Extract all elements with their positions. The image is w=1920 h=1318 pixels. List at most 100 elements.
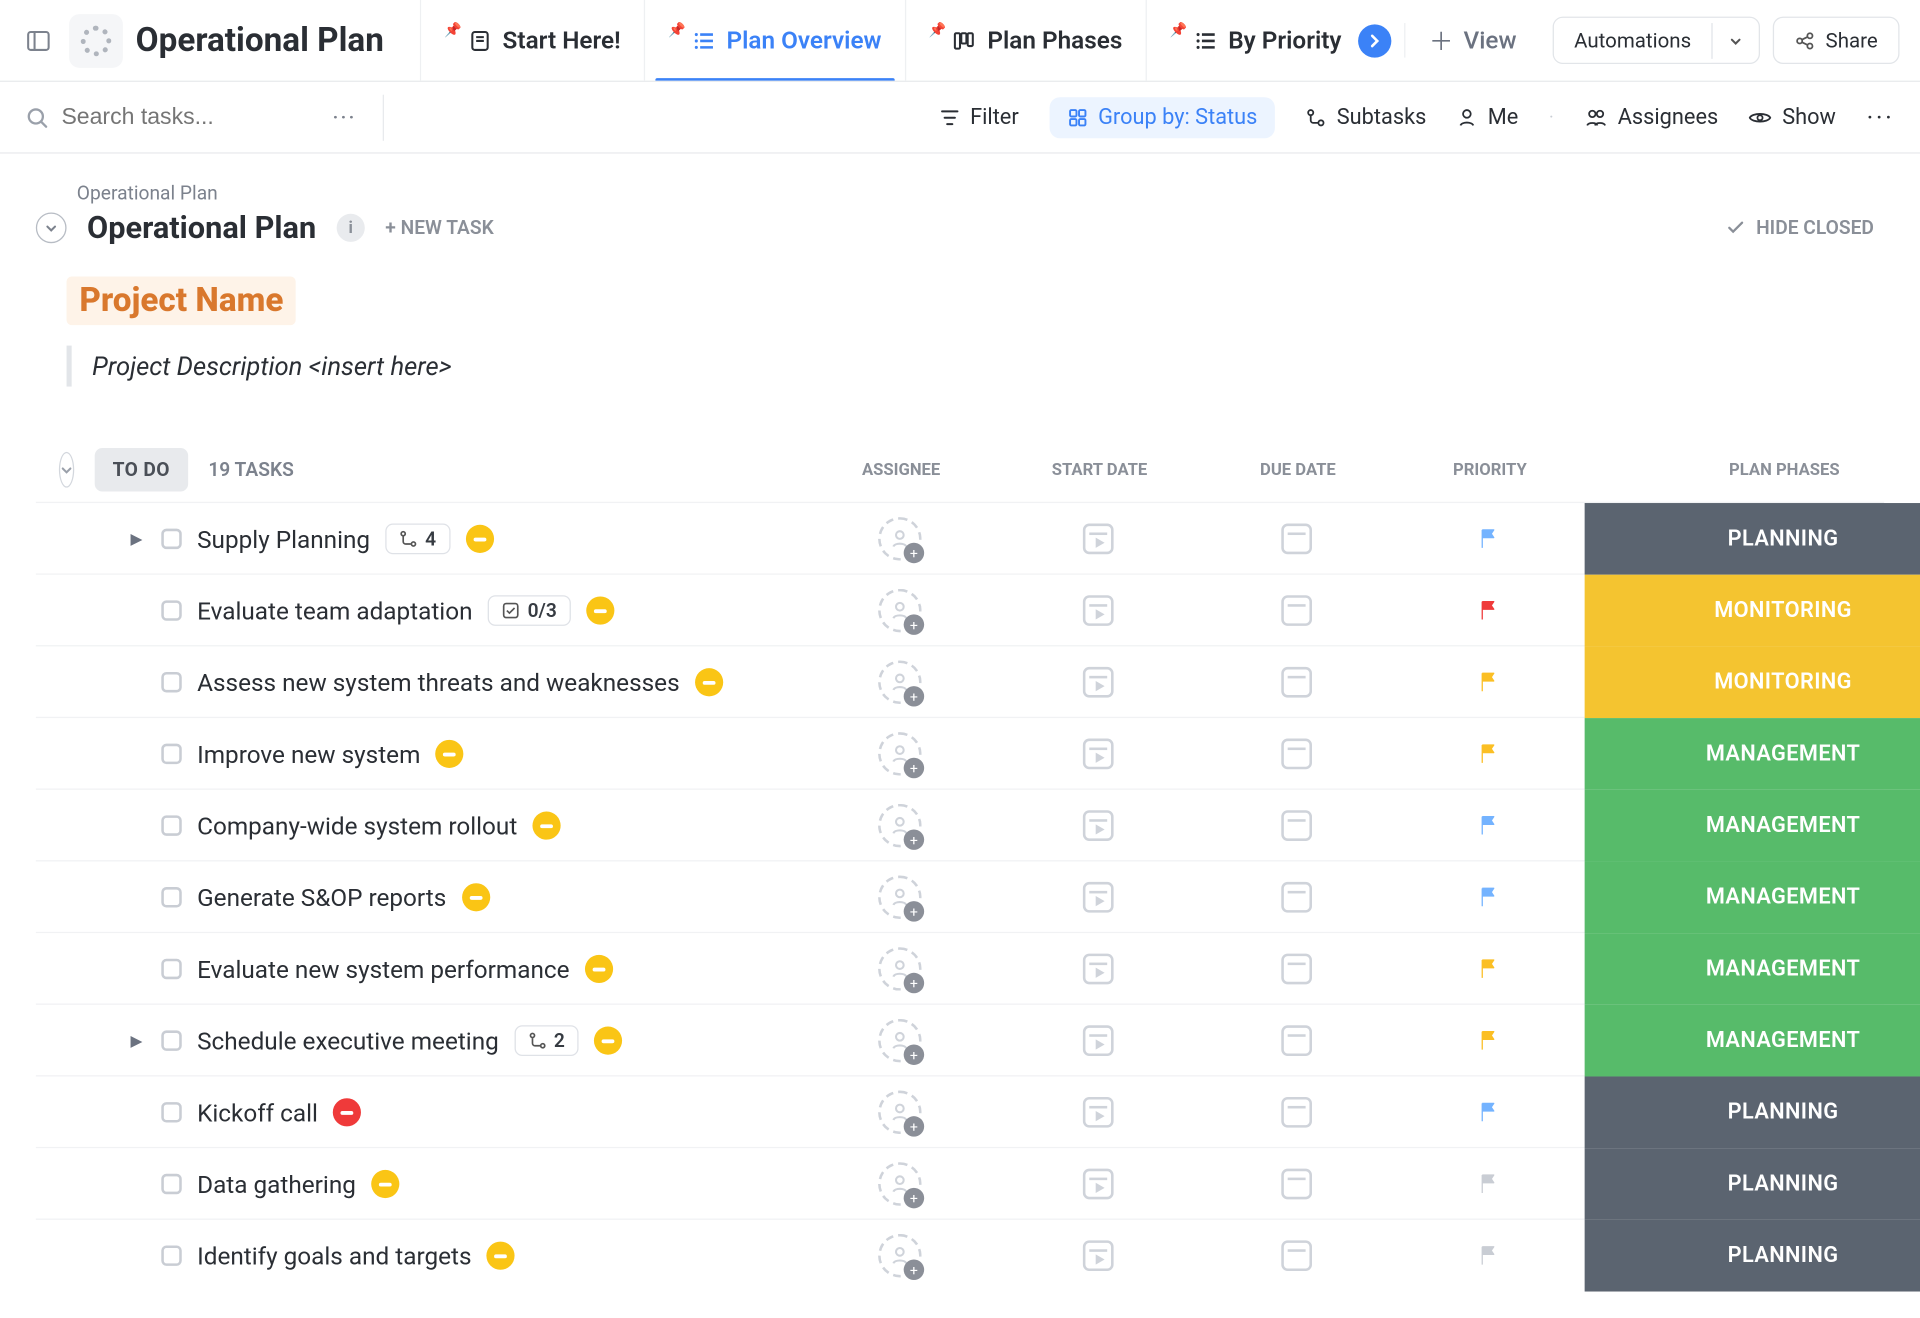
plan-phase-tag[interactable]: MONITORING: [1585, 575, 1920, 647]
project-description[interactable]: Project Description <insert here>: [67, 346, 1885, 387]
status-checkbox[interactable]: [161, 815, 181, 835]
plan-phase-tag[interactable]: MANAGEMENT: [1585, 861, 1920, 933]
task-name[interactable]: Kickoff call: [197, 1098, 318, 1127]
breadcrumb[interactable]: Operational Plan: [36, 182, 1884, 205]
task-name[interactable]: Generate S&OP reports: [197, 883, 446, 912]
task-name[interactable]: Evaluate new system performance: [197, 954, 569, 983]
tabs-scroll-right[interactable]: [1359, 24, 1392, 57]
show-button[interactable]: Show: [1749, 104, 1836, 130]
status-chip[interactable]: TO DO: [95, 448, 188, 492]
due-date-cell[interactable]: [1201, 954, 1393, 985]
tab-by-priority[interactable]: 📌By Priority: [1145, 0, 1361, 81]
assignee-cell[interactable]: +: [804, 876, 996, 920]
assignee-cell[interactable]: +: [804, 732, 996, 776]
due-date-cell[interactable]: [1201, 1240, 1393, 1271]
start-date-cell[interactable]: [996, 810, 1201, 841]
priority-disc-icon[interactable]: [462, 883, 490, 911]
priority-disc-icon[interactable]: [695, 668, 723, 696]
task-row[interactable]: ▶Improve new system+MANAGEMENTAdmin: [36, 717, 1884, 789]
priority-disc-icon[interactable]: [487, 1242, 515, 1270]
status-checkbox[interactable]: [161, 1102, 181, 1122]
task-row[interactable]: ▶Data gathering+PLANNINGResearch Te…: [36, 1147, 1884, 1219]
assignees-button[interactable]: Assignees: [1584, 104, 1718, 130]
assignee-cell[interactable]: +: [804, 660, 996, 704]
priority-cell[interactable]: [1393, 1171, 1585, 1197]
search-box[interactable]: [26, 104, 318, 131]
status-checkbox[interactable]: [161, 1174, 181, 1194]
due-date-cell[interactable]: [1201, 595, 1393, 626]
task-row[interactable]: ▶Company-wide system rollout+MANAGEMENTI…: [36, 788, 1884, 860]
due-date-cell[interactable]: [1201, 667, 1393, 698]
col-assignee[interactable]: ASSIGNEE: [805, 460, 997, 479]
assignee-cell[interactable]: +: [804, 1019, 996, 1063]
hide-closed-button[interactable]: HIDE CLOSED: [1725, 216, 1874, 239]
space-title[interactable]: Operational Plan: [136, 21, 384, 59]
collapse-list[interactable]: [36, 212, 67, 243]
due-date-cell[interactable]: [1201, 810, 1393, 841]
priority-cell[interactable]: [1393, 956, 1585, 982]
plan-phase-tag[interactable]: MANAGEMENT: [1585, 790, 1920, 862]
task-name[interactable]: Supply Planning: [197, 524, 370, 553]
info-icon[interactable]: i: [337, 214, 365, 242]
task-name[interactable]: Data gathering: [197, 1169, 356, 1198]
task-row[interactable]: ▶Supply Planning 4+PLANNINGAdmin: [36, 502, 1884, 574]
me-button[interactable]: Me: [1457, 104, 1518, 130]
status-checkbox[interactable]: [161, 529, 181, 549]
col-plan-phases[interactable]: PLAN PHASES: [1586, 460, 1920, 479]
task-name[interactable]: Company-wide system rollout: [197, 811, 517, 840]
priority-cell[interactable]: [1393, 598, 1585, 624]
plan-phase-tag[interactable]: MONITORING: [1585, 646, 1920, 718]
priority-cell[interactable]: [1393, 741, 1585, 767]
plan-phase-tag[interactable]: PLANNING: [1585, 1076, 1920, 1148]
assignee-cell[interactable]: +: [804, 1162, 996, 1206]
tab-plan-overview[interactable]: 📌Plan Overview: [644, 0, 905, 81]
subtasks-button[interactable]: Subtasks: [1306, 104, 1426, 130]
start-date-cell[interactable]: [996, 882, 1201, 913]
list-title[interactable]: Operational Plan: [87, 210, 316, 246]
plan-phase-tag[interactable]: PLANNING: [1585, 1220, 1920, 1292]
assignee-cell[interactable]: +: [804, 1234, 996, 1278]
due-date-cell[interactable]: [1201, 524, 1393, 555]
priority-disc-icon[interactable]: [585, 955, 613, 983]
status-checkbox[interactable]: [161, 887, 181, 907]
priority-disc-icon[interactable]: [533, 812, 561, 840]
automations-button[interactable]: Automations: [1554, 18, 1712, 63]
start-date-cell[interactable]: [996, 954, 1201, 985]
space-logo[interactable]: [69, 13, 123, 67]
priority-disc-icon[interactable]: [586, 596, 614, 624]
priority-cell[interactable]: [1393, 526, 1585, 552]
start-date-cell[interactable]: [996, 1169, 1201, 1200]
task-name[interactable]: Improve new system: [197, 739, 420, 768]
task-row[interactable]: ▶Assess new system threats and weaknesse…: [36, 645, 1884, 717]
priority-cell[interactable]: [1393, 1028, 1585, 1054]
priority-cell[interactable]: [1393, 669, 1585, 695]
subtask-chip[interactable]: 4: [385, 524, 450, 555]
share-button[interactable]: Share: [1773, 17, 1899, 64]
collapse-group[interactable]: [59, 452, 74, 488]
subtask-chip[interactable]: 2: [514, 1025, 579, 1056]
task-row[interactable]: ▶Identify goals and targets+PLANNINGRese…: [36, 1219, 1884, 1291]
task-row[interactable]: ▶Evaluate new system performance+MANAGEM…: [36, 932, 1884, 1004]
col-due-date[interactable]: DUE DATE: [1202, 460, 1394, 479]
automations-dropdown[interactable]: [1712, 22, 1759, 58]
group-by-button[interactable]: Group by: Status: [1049, 97, 1275, 138]
priority-disc-icon[interactable]: [333, 1098, 361, 1126]
priority-cell[interactable]: [1393, 1243, 1585, 1269]
assignee-cell[interactable]: +: [804, 589, 996, 633]
plan-phase-tag[interactable]: PLANNING: [1585, 503, 1920, 575]
status-checkbox[interactable]: [161, 600, 181, 620]
assignee-cell[interactable]: +: [804, 947, 996, 991]
due-date-cell[interactable]: [1201, 1025, 1393, 1056]
task-row[interactable]: ▶Evaluate team adaptation 0/3+MONITORING…: [36, 573, 1884, 645]
due-date-cell[interactable]: [1201, 882, 1393, 913]
new-task-button[interactable]: + NEW TASK: [385, 216, 493, 239]
task-name[interactable]: Identify goals and targets: [197, 1241, 471, 1270]
due-date-cell[interactable]: [1201, 1169, 1393, 1200]
start-date-cell[interactable]: [996, 524, 1201, 555]
col-priority[interactable]: PRIORITY: [1394, 460, 1586, 479]
add-view-button[interactable]: ＋ View: [1405, 23, 1540, 58]
priority-cell[interactable]: [1393, 884, 1585, 910]
start-date-cell[interactable]: [996, 595, 1201, 626]
status-checkbox[interactable]: [161, 1245, 181, 1265]
due-date-cell[interactable]: [1201, 1097, 1393, 1128]
